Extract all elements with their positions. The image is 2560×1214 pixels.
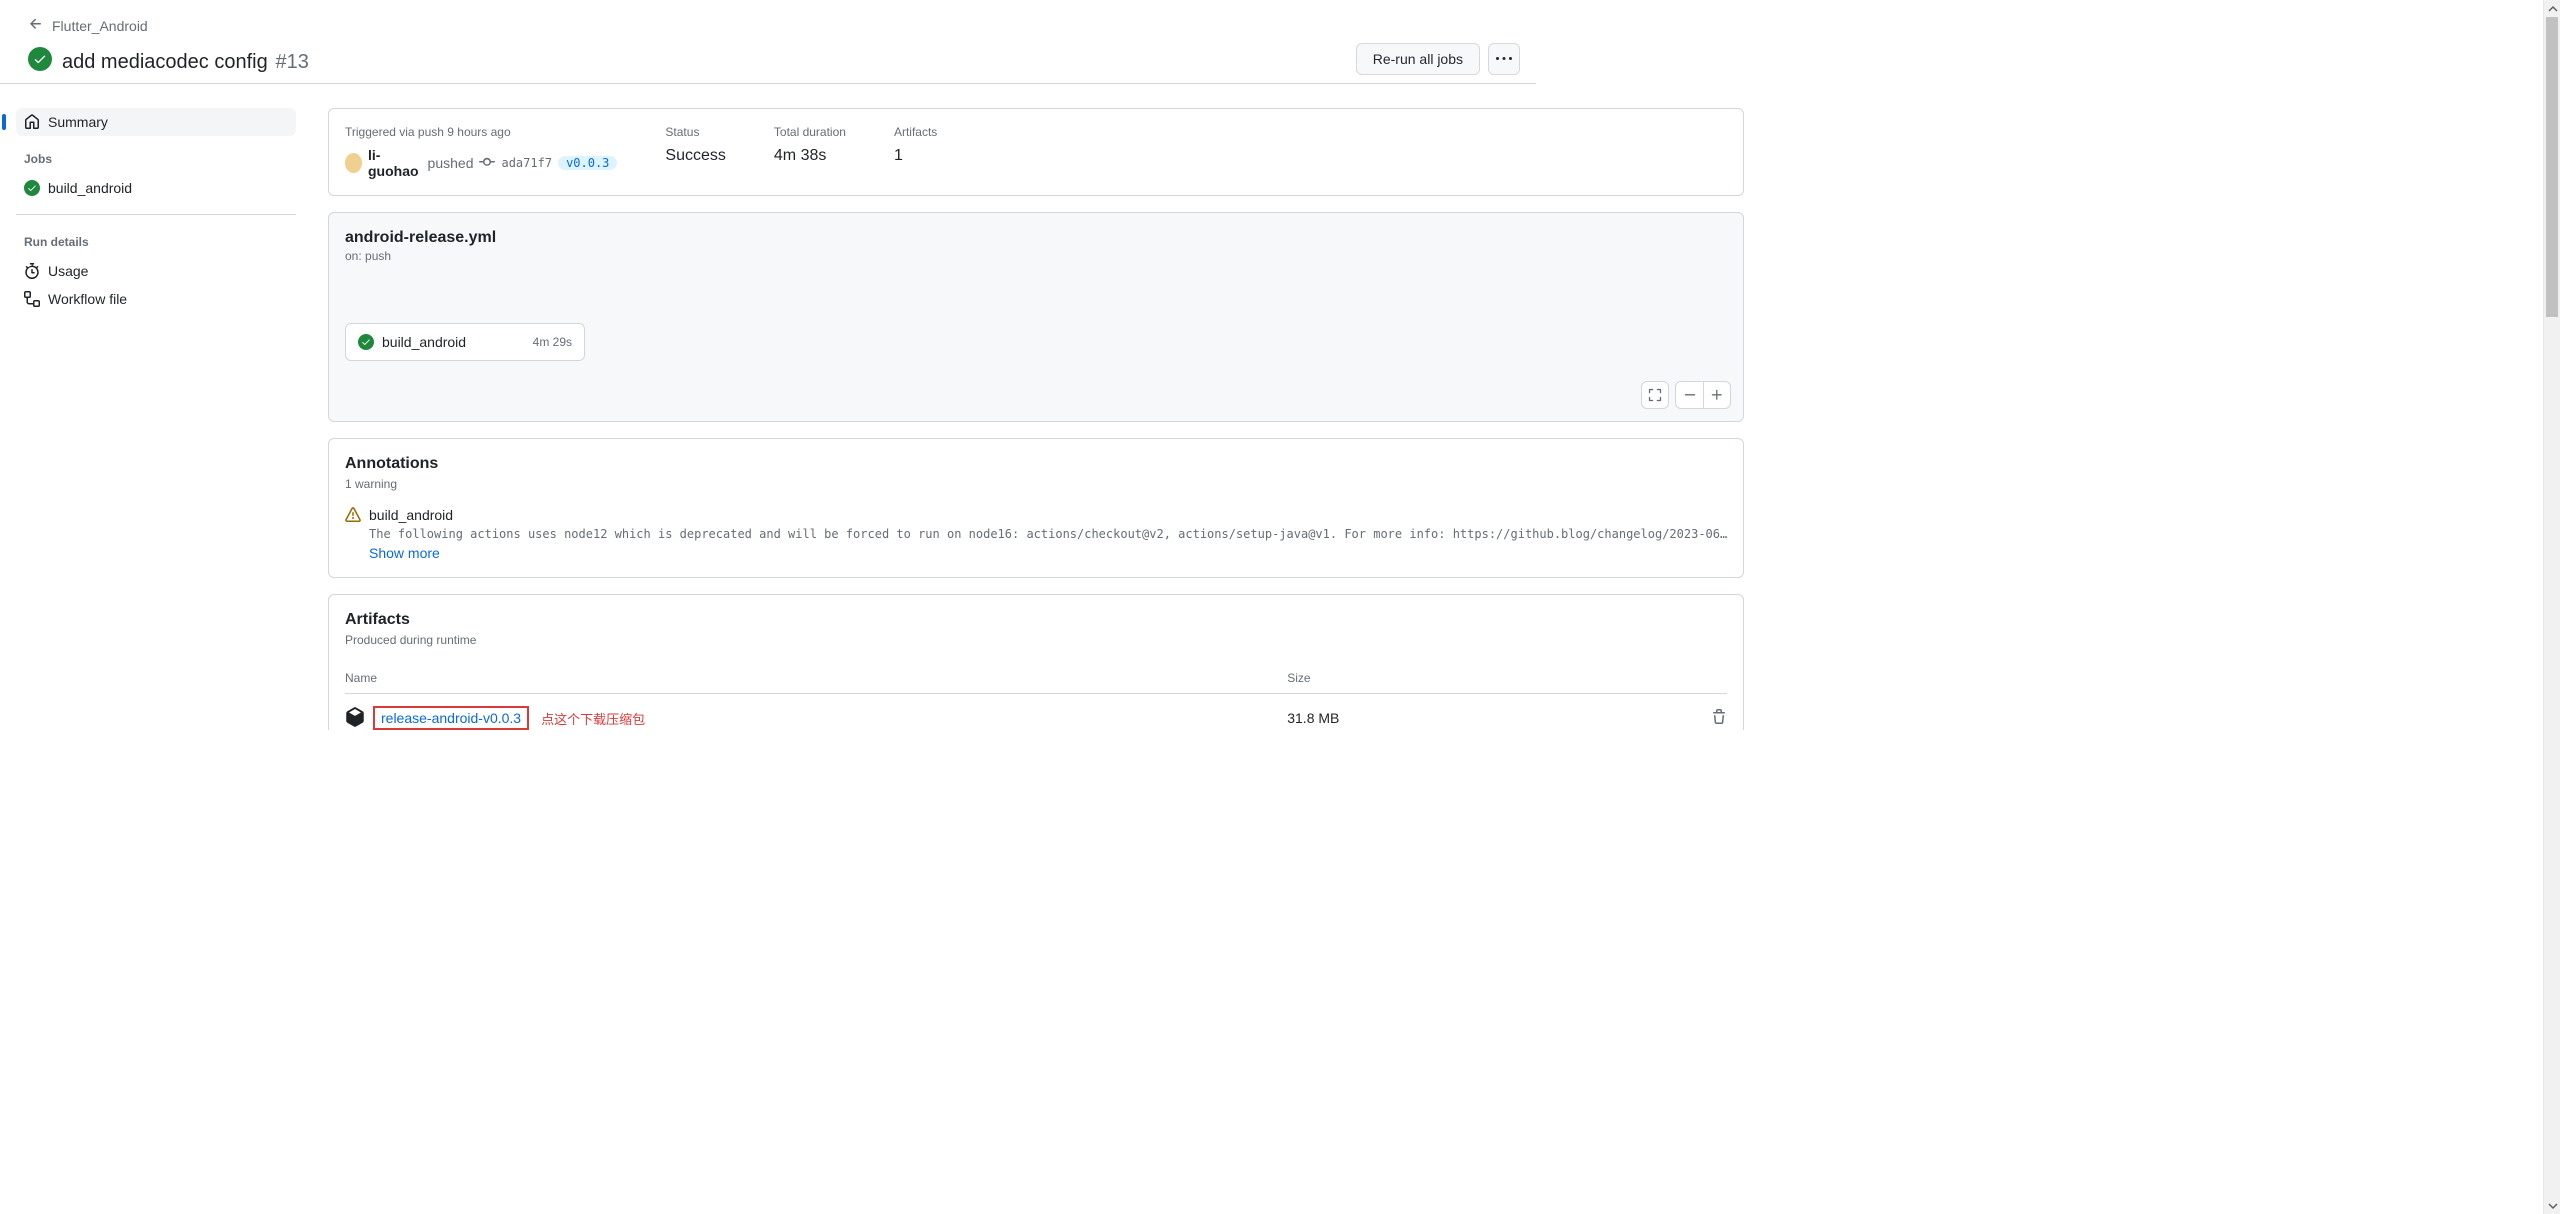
sidebar-jobs-heading: Jobs bbox=[16, 144, 296, 174]
breadcrumb: Flutter_Android bbox=[28, 16, 1520, 35]
artifact-size: 31.8 MB bbox=[1287, 710, 1687, 726]
sidebar-job-label: build_android bbox=[48, 180, 132, 196]
more-actions-button[interactable] bbox=[1488, 43, 1520, 75]
artifacts-header-row: Name Size bbox=[345, 663, 1727, 694]
annotation-item-body: The following actions uses node12 which … bbox=[369, 527, 1727, 541]
artifacts-count-label: Artifacts bbox=[894, 125, 937, 139]
artifacts-title: Artifacts bbox=[345, 611, 1727, 629]
fullscreen-button[interactable] bbox=[1641, 381, 1669, 409]
kebab-icon bbox=[1496, 51, 1512, 67]
workflow-trigger: on: push bbox=[345, 249, 1727, 263]
back-arrow-icon[interactable] bbox=[28, 16, 44, 35]
sidebar-item-usage[interactable]: Usage bbox=[16, 257, 296, 285]
status-label: Status bbox=[665, 125, 725, 139]
chevron-up-icon bbox=[2548, 4, 2558, 14]
status-success-icon bbox=[28, 47, 52, 71]
sidebar: Summary Jobs build_android Run details U… bbox=[16, 84, 312, 746]
avatar[interactable] bbox=[345, 153, 362, 173]
sidebar-job-item[interactable]: build_android bbox=[16, 174, 296, 202]
action-text: pushed bbox=[428, 155, 474, 171]
fullscreen-icon bbox=[1648, 388, 1662, 402]
minus-icon bbox=[1683, 388, 1697, 402]
annotations-card: Annotations 1 warning build_android The … bbox=[328, 438, 1744, 578]
status-value: Success bbox=[665, 147, 725, 165]
stopwatch-icon bbox=[24, 263, 40, 279]
triggered-label: Triggered via push 9 hours ago bbox=[345, 125, 617, 139]
workflow-file-name: android-release.yml bbox=[345, 229, 1727, 247]
artifacts-count-value: 1 bbox=[894, 147, 937, 165]
artifacts-card: Artifacts Produced during runtime Name S… bbox=[328, 594, 1744, 730]
chevron-down-icon bbox=[2548, 1201, 2558, 1211]
trash-icon bbox=[1711, 709, 1727, 725]
show-more-link[interactable]: Show more bbox=[369, 545, 1727, 561]
sidebar-item-label: Workflow file bbox=[48, 291, 127, 307]
annotations-title: Annotations bbox=[345, 455, 1727, 473]
commit-icon bbox=[479, 154, 495, 173]
artifact-download-link[interactable]: release-android-v0.0.3 bbox=[373, 706, 529, 730]
artifacts-col-size: Size bbox=[1287, 671, 1687, 685]
artifacts-col-name: Name bbox=[345, 671, 1287, 685]
check-circle-icon bbox=[358, 334, 374, 350]
job-node[interactable]: build_android 4m 29s bbox=[345, 323, 585, 361]
workflow-graph-card: android-release.yml on: push build_andro… bbox=[328, 212, 1744, 422]
plus-icon bbox=[1710, 388, 1724, 402]
zoom-in-button[interactable] bbox=[1703, 381, 1731, 409]
sidebar-run-details-heading: Run details bbox=[16, 227, 296, 257]
warning-icon bbox=[345, 507, 361, 523]
actor-link[interactable]: li-guohao bbox=[368, 147, 422, 179]
sidebar-item-label: Summary bbox=[48, 114, 108, 130]
commit-hash[interactable]: ada71f7 bbox=[501, 156, 552, 170]
artifact-row: release-android-v0.0.3 点这个下载压缩包 31.8 MB bbox=[345, 694, 1727, 730]
red-annotation-text: 点这个下载压缩包 bbox=[541, 709, 645, 728]
rerun-all-jobs-button[interactable]: Re-run all jobs bbox=[1356, 43, 1480, 75]
artifacts-subtitle: Produced during runtime bbox=[345, 633, 1727, 647]
delete-artifact-button[interactable] bbox=[1711, 709, 1727, 728]
run-summary-card: Triggered via push 9 hours ago li-guohao… bbox=[328, 108, 1744, 196]
page-header: Flutter_Android add mediacodec config #1… bbox=[0, 0, 1536, 84]
scrollbar-thumb[interactable] bbox=[2546, 17, 2558, 317]
sidebar-item-workflow-file[interactable]: Workflow file bbox=[16, 285, 296, 313]
tag-badge[interactable]: v0.0.3 bbox=[558, 156, 617, 170]
annotations-count: 1 warning bbox=[345, 477, 1727, 491]
annotation-item: build_android The following actions uses… bbox=[345, 507, 1727, 561]
job-node-duration: 4m 29s bbox=[533, 335, 572, 349]
sidebar-item-summary[interactable]: Summary bbox=[16, 108, 296, 136]
scrollbar-down-button[interactable] bbox=[2544, 1197, 2560, 1214]
page-title: add mediacodec config #13 bbox=[62, 43, 309, 75]
scrollbar[interactable] bbox=[2543, 0, 2560, 1214]
scrollbar-up-button[interactable] bbox=[2544, 0, 2560, 17]
annotation-item-title: build_android bbox=[369, 507, 453, 523]
duration-value: 4m 38s bbox=[774, 147, 846, 165]
package-icon bbox=[345, 707, 365, 730]
home-icon bbox=[24, 114, 40, 130]
breadcrumb-parent[interactable]: Flutter_Android bbox=[52, 18, 148, 34]
zoom-out-button[interactable] bbox=[1675, 381, 1703, 409]
duration-label: Total duration bbox=[774, 125, 846, 139]
workflow-icon bbox=[24, 291, 40, 307]
sidebar-item-label: Usage bbox=[48, 263, 88, 279]
check-circle-icon bbox=[24, 180, 40, 196]
job-node-name: build_android bbox=[382, 334, 466, 350]
